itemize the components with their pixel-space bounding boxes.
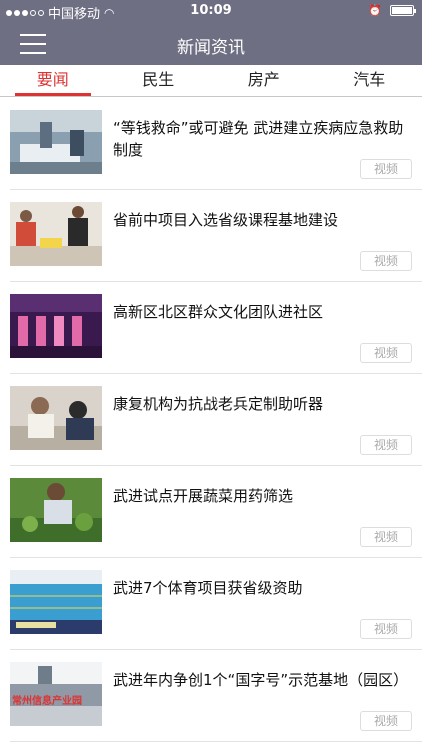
news-item[interactable]: 高新区北区群众文化团队进社区 视频 bbox=[0, 282, 422, 374]
alarm-icon: ⏰ bbox=[368, 4, 382, 17]
video-badge: 视频 bbox=[360, 343, 412, 363]
tab-fangchan[interactable]: 房产 bbox=[211, 65, 317, 96]
battery-icon bbox=[390, 5, 416, 16]
news-item[interactable]: 常州信息产业园 武进年内争创1个“国字号”示范基地（园区） 视频 bbox=[0, 650, 422, 742]
news-title: 武进年内争创1个“国字号”示范基地（园区） bbox=[113, 671, 409, 689]
video-badge: 视频 bbox=[360, 159, 412, 179]
video-badge: 视频 bbox=[360, 251, 412, 271]
tab-qiche[interactable]: 汽车 bbox=[317, 65, 422, 96]
category-tabs: 要闻 民生 房产 汽车 bbox=[0, 65, 422, 97]
video-badge: 视频 bbox=[360, 527, 412, 547]
news-item[interactable]: “等钱救命”或可避免 武进建立疾病应急救助制度 视频 bbox=[0, 98, 422, 190]
nav-bar: 新闻资讯 bbox=[0, 22, 422, 65]
status-bar: 中国移动 ◠ 10:09 ⏰ bbox=[0, 0, 422, 22]
status-time: 10:09 bbox=[190, 3, 232, 18]
news-thumbnail: 常州信息产业园 bbox=[10, 662, 102, 726]
news-item[interactable]: 武进7个体育项目获省级资助 视频 bbox=[0, 558, 422, 650]
divider bbox=[10, 741, 422, 742]
video-badge: 视频 bbox=[360, 711, 412, 731]
news-thumbnail bbox=[10, 570, 102, 634]
news-thumbnail bbox=[10, 294, 102, 358]
video-badge: 视频 bbox=[360, 619, 412, 639]
news-title: 高新区北区群众文化团队进社区 bbox=[113, 303, 324, 321]
news-title: “等钱救命”或可避免 武进建立疾病应急救助制度 bbox=[113, 119, 404, 159]
tab-minsheng[interactable]: 民生 bbox=[106, 65, 212, 96]
news-thumbnail bbox=[10, 202, 102, 266]
news-thumbnail bbox=[10, 110, 102, 174]
news-title: 康复机构为抗战老兵定制助听器 bbox=[113, 395, 324, 413]
video-badge: 视频 bbox=[360, 435, 412, 455]
thumb-overlay-text: 常州信息产业园 bbox=[12, 696, 82, 707]
news-title: 省前中项目入选省级课程基地建设 bbox=[113, 211, 339, 229]
news-item[interactable]: 武进试点开展蔬菜用药筛选 视频 bbox=[0, 466, 422, 558]
page-title: 新闻资讯 bbox=[177, 38, 245, 58]
tab-yaowen[interactable]: 要闻 bbox=[0, 65, 106, 96]
news-list: “等钱救命”或可避免 武进建立疾病应急救助制度 视频 省前中项目入选省级课程基地… bbox=[0, 98, 422, 742]
news-title: 武进试点开展蔬菜用药筛选 bbox=[113, 487, 294, 505]
news-item[interactable]: 康复机构为抗战老兵定制助听器 视频 bbox=[0, 374, 422, 466]
news-thumbnail bbox=[10, 478, 102, 542]
news-item[interactable]: 省前中项目入选省级课程基地建设 视频 bbox=[0, 190, 422, 282]
news-title: 武进7个体育项目获省级资助 bbox=[113, 579, 303, 597]
news-thumbnail bbox=[10, 386, 102, 450]
